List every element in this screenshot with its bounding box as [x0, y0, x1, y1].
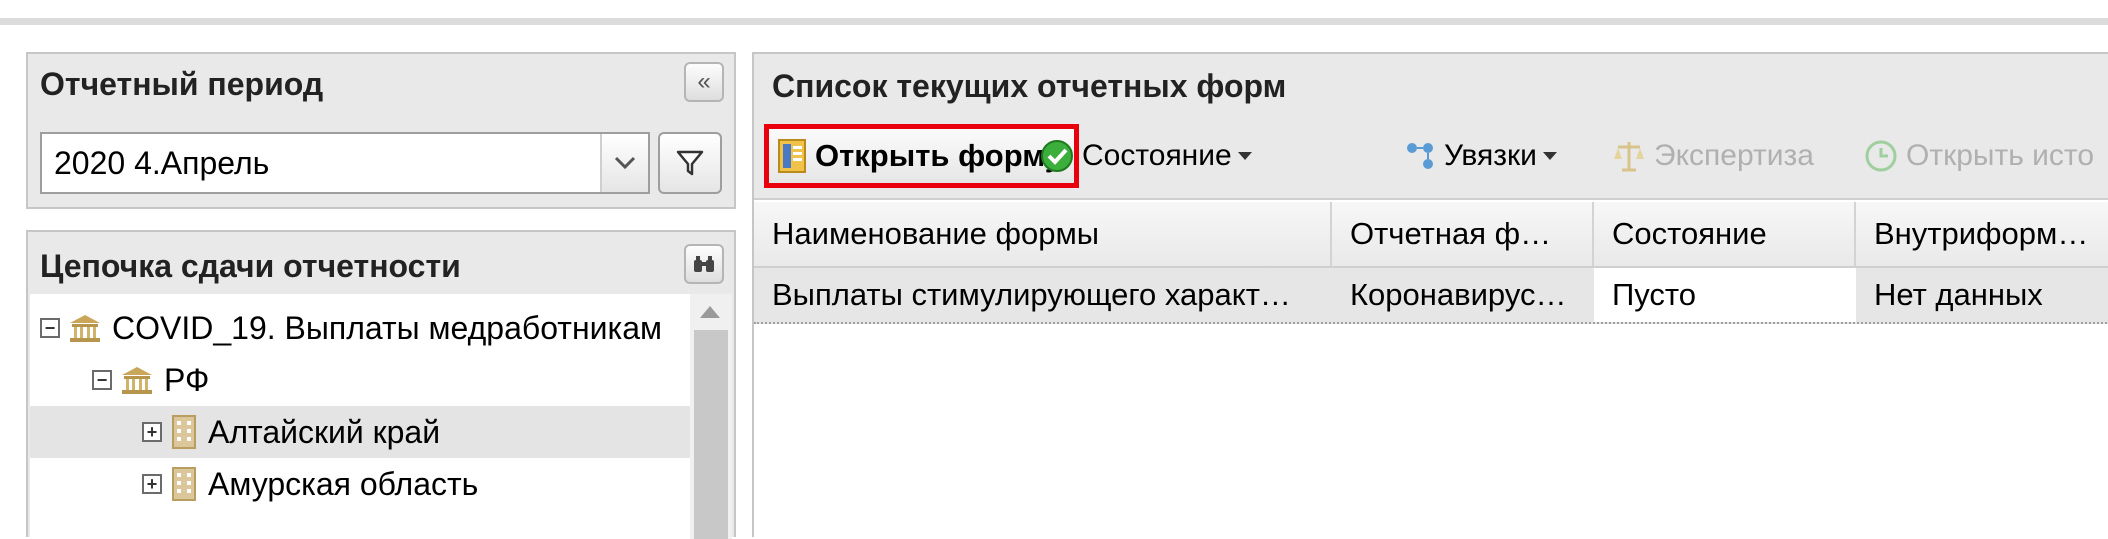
- reporting-period-title: Отчетный период: [40, 66, 324, 102]
- caret-down-icon: [1237, 152, 1252, 160]
- tree-node[interactable]: − РФ: [30, 354, 690, 406]
- institution-icon: [70, 315, 100, 342]
- form-document-icon: [778, 139, 806, 173]
- tree-node-label: Амурская область: [208, 465, 479, 502]
- reporting-chain-tree: − COVID_19. Выплаты медработникам − РФ +: [30, 294, 690, 539]
- links-menu-button[interactable]: Увязки: [1404, 130, 1557, 182]
- tree-node-selected[interactable]: + Алтайский край: [30, 406, 690, 458]
- reporting-chain-title: Цепочка сдачи отчетности: [40, 248, 461, 284]
- building-icon: [172, 415, 196, 449]
- open-history-button[interactable]: Открыть исто: [1864, 130, 2094, 182]
- column-header-report-form[interactable]: Отчетная ф…: [1332, 202, 1594, 266]
- cell-form-name: Выплаты стимулирующего характ…: [772, 277, 1291, 312]
- history-icon: [1865, 140, 1897, 172]
- filter-button[interactable]: [658, 132, 722, 194]
- cell-state: Пусто: [1594, 268, 1856, 322]
- open-form-button[interactable]: Открыть форму: [764, 124, 1080, 188]
- table-row[interactable]: Выплаты стимулирующего характ… Коронавир…: [754, 268, 2108, 324]
- reporting-chain-header: Цепочка сдачи отчетности: [28, 232, 734, 292]
- reporting-chain-panel: Цепочка сдачи отчетности − COVID_19. Вып…: [26, 230, 736, 539]
- institution-icon: [122, 367, 152, 394]
- reporting-period-header: Отчетный период «: [28, 54, 734, 114]
- state-menu-button[interactable]: Состояние: [1040, 130, 1252, 182]
- current-forms-header: Список текущих отчетных форм: [754, 54, 2108, 116]
- open-history-label: Открыть исто: [1906, 139, 2094, 172]
- dropdown-trigger[interactable]: [600, 134, 648, 192]
- current-forms-panel: Список текущих отчетных форм Открыть фор…: [752, 52, 2108, 537]
- check-circle-icon: [1041, 140, 1073, 172]
- current-forms-title: Список текущих отчетных форм: [772, 68, 1287, 104]
- scroll-up-icon[interactable]: [700, 306, 720, 318]
- expertise-button[interactable]: Экспертиза: [1612, 130, 1814, 182]
- building-icon: [172, 467, 196, 501]
- period-combobox[interactable]: 2020 4.Апрель: [40, 132, 650, 194]
- column-header-form-name[interactable]: Наименование формы: [754, 202, 1332, 266]
- scales-icon: [1614, 142, 1644, 172]
- binoculars-icon: [694, 256, 714, 272]
- chevron-down-icon: [614, 156, 636, 170]
- tree-node-label: Алтайский край: [208, 413, 441, 450]
- collapse-node-icon[interactable]: −: [40, 318, 60, 338]
- tree-node-label: COVID_19. Выплаты медработникам: [112, 309, 662, 346]
- double-chevron-left-icon: «: [697, 68, 711, 95]
- collapse-left-button[interactable]: «: [684, 62, 724, 102]
- scroll-thumb[interactable]: [694, 330, 728, 539]
- collapse-node-icon[interactable]: −: [92, 370, 112, 390]
- links-menu-label: Увязки: [1444, 139, 1537, 172]
- expand-node-icon[interactable]: +: [142, 422, 162, 442]
- tree-node[interactable]: + Амурская область: [30, 458, 690, 510]
- state-menu-label: Состояние: [1082, 139, 1232, 172]
- cell-intraform: Нет данных: [1874, 277, 2043, 312]
- forms-toolbar: Открыть форму Состояние Увязки Экспертиз…: [754, 116, 2108, 200]
- reporting-period-panel: Отчетный период « 2020 4.Апрель: [26, 52, 736, 209]
- column-header-intraform[interactable]: Внутриформ…: [1856, 202, 2108, 266]
- top-divider: [0, 18, 2108, 25]
- tree-node-label: РФ: [164, 361, 210, 398]
- period-combobox-value: 2020 4.Апрель: [54, 145, 270, 181]
- column-header-state[interactable]: Состояние: [1594, 202, 1856, 266]
- caret-down-icon: [1542, 152, 1557, 160]
- tree-node[interactable]: − COVID_19. Выплаты медработникам: [30, 302, 690, 354]
- forms-grid-header: Наименование формы Отчетная ф… Состояние…: [754, 202, 2108, 268]
- cell-report-form: Коронавирус…: [1350, 277, 1567, 312]
- expand-node-icon[interactable]: +: [142, 474, 162, 494]
- search-tree-button[interactable]: [684, 244, 724, 284]
- filter-icon: [676, 150, 704, 176]
- expertise-label: Экспертиза: [1654, 139, 1814, 172]
- open-form-label: Открыть форму: [815, 138, 1063, 173]
- links-icon: [1407, 143, 1433, 169]
- tree-scrollbar[interactable]: [690, 294, 732, 539]
